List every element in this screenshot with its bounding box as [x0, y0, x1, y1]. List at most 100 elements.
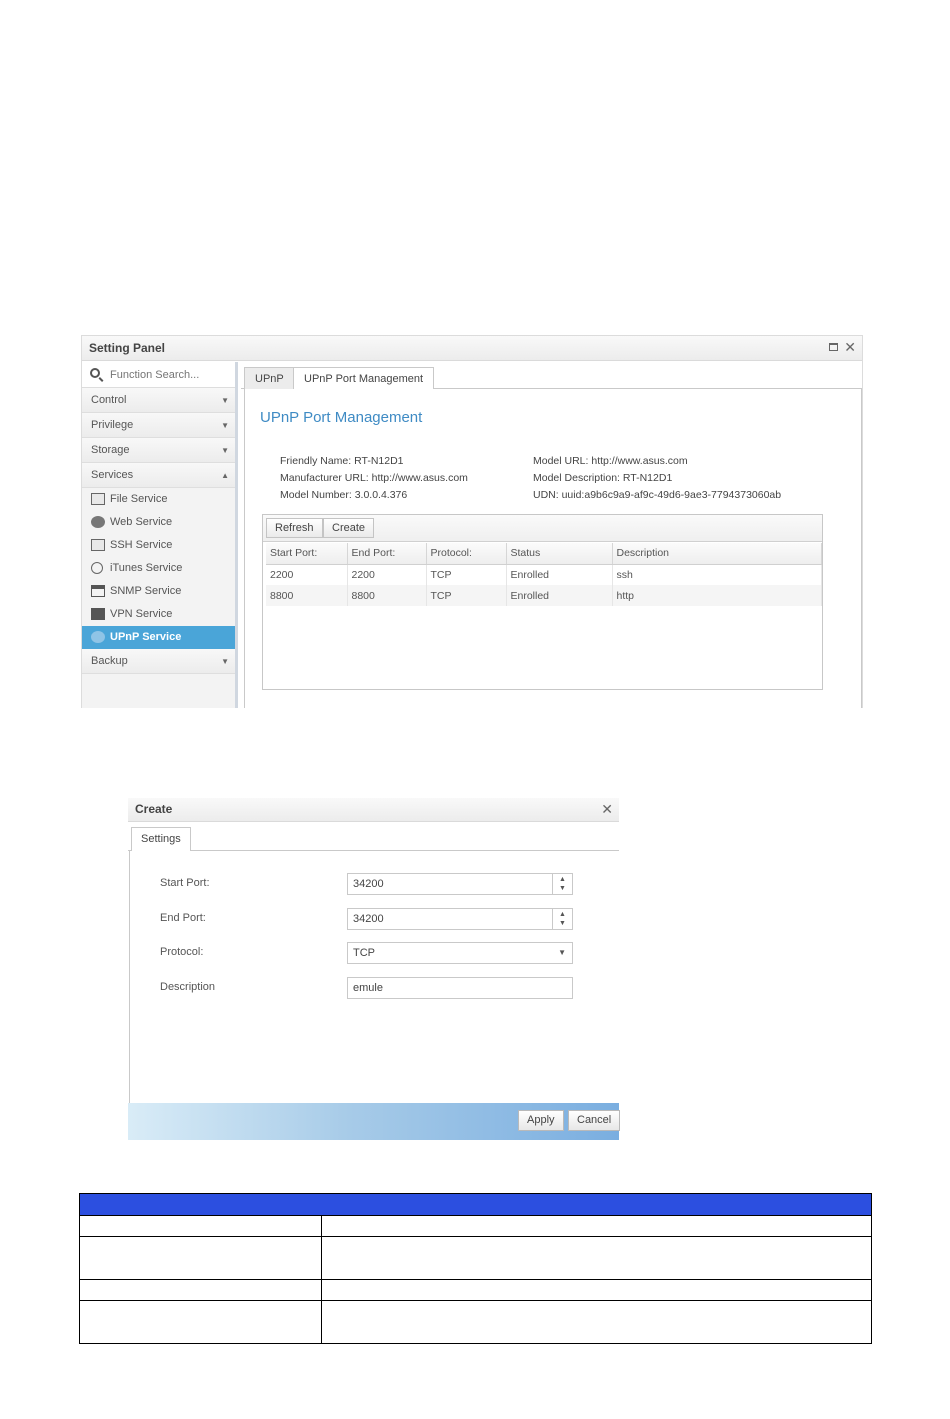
- sidebar: Control ▼ Privilege ▼ Storage ▼ Services…: [82, 362, 238, 708]
- sidebar-item-control[interactable]: Control ▼: [82, 388, 235, 413]
- window-controls: ✕: [829, 340, 856, 354]
- column-header-status[interactable]: Status: [506, 543, 613, 565]
- sidebar-item-label: Backup: [91, 655, 128, 667]
- table-cell: [79, 1215, 322, 1237]
- manufacturer-url: Manufacturer URL: http://www.asus.com: [280, 472, 468, 484]
- cell-protocol: TCP: [426, 564, 507, 585]
- table-cell: [321, 1300, 872, 1344]
- description-field[interactable]: emule: [347, 977, 573, 999]
- port-table: Start Port: End Port: Protocol: Status D…: [266, 543, 822, 606]
- description-value: emule: [353, 982, 383, 994]
- sidebar-item-upnp-service[interactable]: UPnP Service: [82, 626, 235, 649]
- table-header-row: [79, 1193, 872, 1216]
- file-service-icon: [91, 493, 105, 505]
- sidebar-item-vpn-service[interactable]: VPN Service: [82, 603, 235, 626]
- sidebar-item-label: Privilege: [91, 419, 134, 431]
- dialog-footer: Apply Cancel: [128, 1103, 621, 1140]
- grid-toolbar: Refresh Create: [263, 515, 822, 542]
- document-table: [79, 1193, 872, 1344]
- sidebar-item-label: SSH Service: [110, 539, 173, 551]
- refresh-button[interactable]: Refresh: [266, 518, 323, 538]
- tab-content: UPnP Port Management Friendly Name: RT-N…: [244, 389, 862, 708]
- cell-protocol: TCP: [426, 585, 507, 606]
- protocol-select[interactable]: TCP ▼: [347, 942, 573, 964]
- tab-upnp[interactable]: UPnP: [244, 367, 295, 390]
- device-info-right: Model URL: http://www.asus.com Model Des…: [533, 453, 781, 504]
- function-search: [82, 362, 235, 388]
- sidebar-item-privilege[interactable]: Privilege ▼: [82, 413, 235, 438]
- sidebar-item-file-service[interactable]: File Service: [82, 488, 235, 511]
- table-row: [79, 1215, 872, 1237]
- cell-status: Enrolled: [506, 585, 613, 606]
- sidebar-item-services[interactable]: Services ▲: [82, 463, 235, 488]
- upnp-service-icon: [91, 631, 105, 643]
- sidebar-item-label: SNMP Service: [110, 585, 182, 597]
- tab-upnp-port-management[interactable]: UPnP Port Management: [293, 367, 435, 390]
- spinner-icon[interactable]: ▲ ▼: [552, 909, 572, 929]
- chevron-down-icon: ▼: [558, 948, 566, 957]
- itunes-service-icon: [91, 562, 103, 574]
- close-icon[interactable]: ✕: [601, 802, 613, 816]
- tab-bar: UPnP UPnP Port Management: [241, 362, 862, 390]
- sidebar-item-label: Services: [91, 469, 134, 481]
- sidebar-item-web-service[interactable]: Web Service: [82, 511, 235, 534]
- protocol-label: Protocol:: [160, 946, 204, 958]
- description-label: Description: [160, 981, 216, 993]
- window-title: Setting Panel: [89, 341, 166, 355]
- ssh-service-icon: [91, 539, 105, 551]
- cell-status: Enrolled: [506, 564, 613, 585]
- table-row: [79, 1236, 872, 1280]
- sidebar-item-label: UPnP Service: [110, 631, 182, 643]
- port-grid: Refresh Create Start Port: End Port: Pro…: [262, 514, 823, 690]
- tab-settings[interactable]: Settings: [131, 827, 191, 852]
- content-area: UPnP UPnP Port Management UPnP Port Mana…: [241, 362, 862, 708]
- column-header-protocol[interactable]: Protocol:: [426, 543, 507, 565]
- column-header-end-port[interactable]: End Port:: [347, 543, 427, 565]
- chevron-down-icon: ▼: [221, 446, 229, 455]
- web-service-icon: [91, 516, 105, 528]
- column-header-description[interactable]: Description: [612, 543, 822, 565]
- search-input[interactable]: [110, 366, 230, 383]
- dialog-tab-bar: Settings: [128, 822, 619, 852]
- sidebar-item-storage[interactable]: Storage ▼: [82, 438, 235, 463]
- end-port-stepper[interactable]: 34200 ▲ ▼: [347, 908, 573, 930]
- table-row[interactable]: 2200 2200 TCP Enrolled ssh: [266, 564, 822, 585]
- model-description: Model Description: RT-N12D1: [533, 472, 673, 484]
- table-cell: [79, 1236, 322, 1280]
- cell-description: http: [612, 585, 822, 606]
- page-title: UPnP Port Management: [260, 409, 423, 426]
- cell-description: ssh: [612, 564, 822, 585]
- dialog-titlebar: Create ✕: [128, 798, 619, 822]
- spinner-icon[interactable]: ▲ ▼: [552, 874, 572, 894]
- vpn-service-icon: [91, 608, 105, 620]
- dialog-title: Create: [135, 802, 173, 816]
- close-icon[interactable]: ✕: [844, 340, 856, 354]
- create-button[interactable]: Create: [323, 518, 375, 538]
- sidebar-item-label: VPN Service: [110, 608, 173, 620]
- start-port-stepper[interactable]: 34200 ▲ ▼: [347, 873, 573, 895]
- search-icon: [90, 368, 100, 378]
- cell-start-port: 2200: [266, 564, 348, 585]
- table-row[interactable]: 8800 8800 TCP Enrolled http: [266, 585, 822, 606]
- udn: UDN: uuid:a9b6c9a9-af9c-49d6-9ae3-779437…: [533, 489, 782, 501]
- chevron-down-icon: ▼: [221, 421, 229, 430]
- table-cell: [321, 1236, 872, 1280]
- column-header-start-port[interactable]: Start Port:: [266, 543, 348, 565]
- model-url: Model URL: http://www.asus.com: [533, 455, 688, 467]
- sidebar-item-label: File Service: [110, 493, 168, 505]
- sidebar-item-label: Web Service: [110, 516, 173, 528]
- cell-end-port: 8800: [347, 585, 427, 606]
- maximize-icon[interactable]: [829, 343, 839, 351]
- device-info-left: Friendly Name: RT-N12D1 Manufacturer URL…: [280, 453, 468, 504]
- start-port-label: Start Port:: [160, 877, 210, 889]
- cancel-button[interactable]: Cancel: [568, 1110, 621, 1131]
- sidebar-item-itunes-service[interactable]: iTunes Service: [82, 557, 235, 580]
- end-port-label: End Port:: [160, 912, 206, 924]
- apply-button[interactable]: Apply: [518, 1110, 564, 1131]
- sidebar-item-backup[interactable]: Backup ▼: [82, 649, 235, 674]
- setting-panel-window: Setting Panel ✕ Control ▼ Privilege ▼ St…: [81, 335, 863, 708]
- protocol-value: TCP: [353, 947, 375, 959]
- start-port-value: 34200: [353, 878, 384, 890]
- sidebar-item-ssh-service[interactable]: SSH Service: [82, 534, 235, 557]
- sidebar-item-snmp-service[interactable]: SNMP Service: [82, 580, 235, 603]
